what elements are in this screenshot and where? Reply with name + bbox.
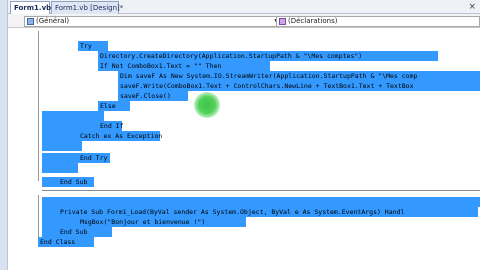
class-icon [27, 18, 34, 25]
method-name-dropdown[interactable]: (Déclarations) [276, 16, 480, 27]
method-name-value: (Déclarations) [288, 17, 338, 25]
document-tab-bar: Form1.vb* Form1.vb [Design]* × [8, 0, 480, 14]
left-toolbox-strip [0, 0, 8, 270]
code-line: Try [80, 42, 92, 50]
method-icon [279, 18, 286, 25]
close-icon[interactable]: × [468, 0, 476, 14]
code-line: Directory.CreateDirectory(Application.St… [100, 52, 363, 60]
tab-form1-code[interactable]: Form1.vb* [10, 1, 55, 14]
code-line: Dim saveF As New System.IO.StreamWriter(… [120, 72, 418, 80]
selection-highlight [42, 197, 480, 207]
code-navigation-bar: (Général) ▼ (Déclarations) [8, 14, 480, 28]
code-line: End If [100, 122, 124, 130]
selection-highlight [42, 111, 104, 121]
code-line: End Class [40, 238, 76, 246]
code-line: End Sub [60, 178, 88, 186]
class-name-dropdown[interactable]: (Général) ▼ [24, 16, 282, 27]
code-line: Else [100, 102, 116, 110]
method-separator [42, 190, 480, 191]
selection-highlight [42, 163, 78, 173]
selection-highlight [42, 141, 82, 151]
code-line: saveF.Write(ComboBox1.Text + ControlChar… [120, 82, 414, 90]
code-editor[interactable]: Try Directory.CreateDirectory(Applicatio… [8, 29, 480, 270]
outline-guide [38, 31, 39, 181]
code-line: saveF.Close() [120, 92, 171, 100]
editor-gutter [8, 29, 34, 270]
code-line: End Try [80, 154, 108, 162]
code-line: Private Sub Form1_Load(ByVal sender As S… [60, 208, 405, 216]
code-line: If Not ComboBox1.Text = "" Then [100, 62, 222, 70]
class-name-value: (Général) [36, 17, 70, 25]
code-line: MsgBox("Bonjour et bienvenue !") [80, 218, 206, 226]
mouse-cursor-highlight [194, 92, 220, 118]
tab-form1-design[interactable]: Form1.vb [Design]* [51, 1, 123, 14]
code-line: Catch ex As Exception [80, 132, 163, 140]
code-line: End Sub [60, 228, 88, 236]
